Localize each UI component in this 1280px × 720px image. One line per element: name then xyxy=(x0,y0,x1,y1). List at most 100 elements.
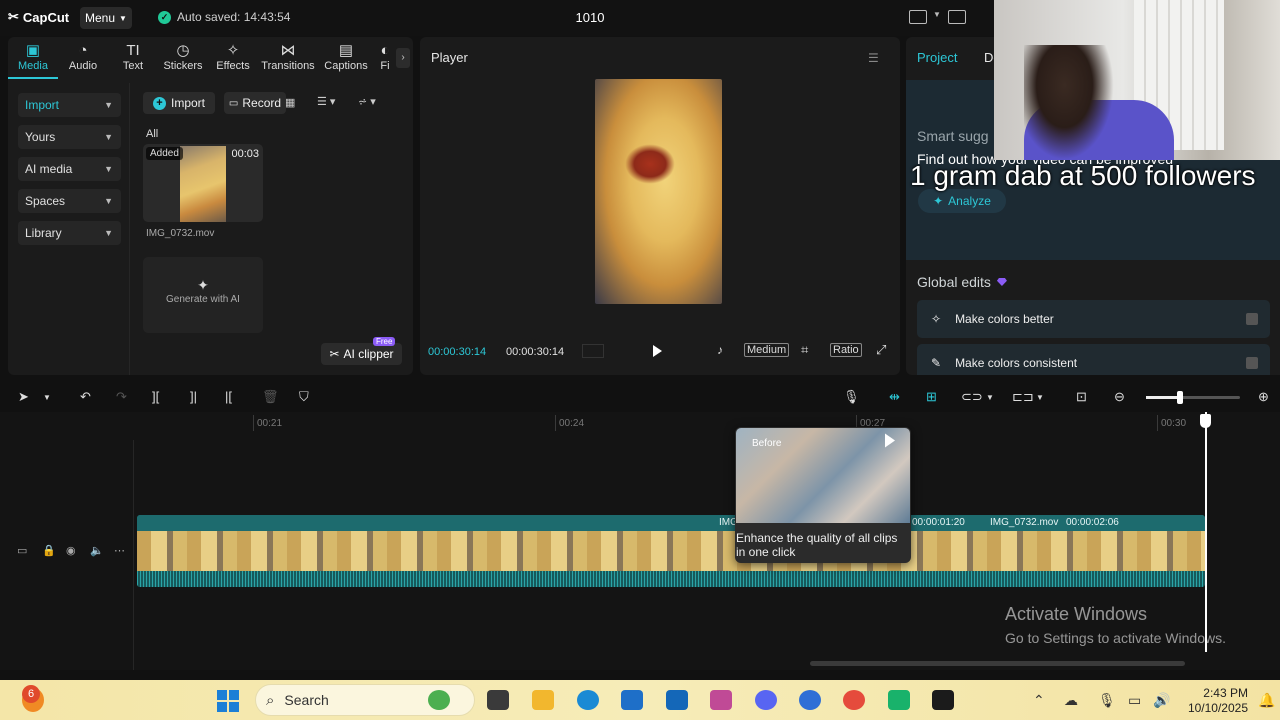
zoom-handle[interactable] xyxy=(1177,391,1183,404)
tab-effects[interactable]: ✧ Effects xyxy=(208,37,258,79)
outlook-icon[interactable] xyxy=(666,690,688,710)
capcut-taskbar-icon[interactable] xyxy=(932,690,954,710)
ruler-tick-mark xyxy=(253,415,254,431)
video-track-clips[interactable]: IMG 00:00:01:20 IMG_0732.mov 00:00:02:06 xyxy=(137,515,1205,587)
activate-windows-subtitle: Go to Settings to activate Windows. xyxy=(1005,630,1226,646)
magnet-icon[interactable]: ⊞ xyxy=(926,389,937,405)
filter-icon[interactable]: ⩫ ▾ xyxy=(358,95,376,108)
project-title[interactable]: 1010 xyxy=(560,10,620,25)
video-preview[interactable] xyxy=(595,79,722,304)
start-button[interactable] xyxy=(217,690,239,712)
notification-icon[interactable]: 🔔 xyxy=(1258,692,1275,709)
sidenav-item-spaces[interactable]: Spaces ▼ xyxy=(18,189,121,213)
make-colors-consistent-row[interactable]: ✎ Make colors consistent xyxy=(917,344,1270,375)
shield-icon[interactable]: ⛉ xyxy=(299,389,309,405)
chevron-down-icon[interactable]: ▼ xyxy=(986,393,994,402)
expand-icon[interactable]: ⤢ xyxy=(876,342,886,358)
volume-icon[interactable]: 🔊 xyxy=(1153,692,1170,709)
app-icon[interactable] xyxy=(888,690,910,710)
fit-icon[interactable]: ⊡ xyxy=(1076,389,1087,405)
tab-text[interactable]: TI Text xyxy=(108,37,158,79)
keyboard-icon[interactable] xyxy=(948,10,966,24)
lock-icon[interactable]: 🔒 xyxy=(42,544,56,557)
quality-button[interactable]: Medium xyxy=(744,343,790,357)
play-button[interactable] xyxy=(653,345,662,357)
media-clip-thumbnail[interactable]: Added 00:03 xyxy=(143,144,263,222)
task-view-icon[interactable] xyxy=(487,690,509,710)
snipping-tool-icon[interactable] xyxy=(710,690,732,710)
tabs-next-button[interactable]: › xyxy=(396,48,410,68)
ai-clipper-button[interactable]: ✂ AI clipper xyxy=(321,343,402,365)
store-icon[interactable] xyxy=(621,690,643,710)
microphone-icon[interactable]: 🎙 xyxy=(1098,692,1116,709)
chevron-down-icon: ▼ xyxy=(104,132,113,142)
zoom-out-icon[interactable]: ⊖ xyxy=(1114,389,1125,405)
app-icon[interactable] xyxy=(428,690,450,710)
record-button[interactable]: ▭ Record xyxy=(224,92,286,114)
timeline-scrollbar[interactable] xyxy=(810,661,1185,666)
redo-icon[interactable]: ↷ xyxy=(116,389,127,405)
playhead-handle[interactable] xyxy=(1200,414,1211,428)
split-icon[interactable]: ][ xyxy=(152,389,159,404)
ratio-button[interactable]: Ratio xyxy=(830,343,862,357)
captions-icon: ▤ xyxy=(338,42,354,59)
microphone-icon[interactable]: 🎙 xyxy=(843,389,860,405)
track-cover-icon[interactable]: ▭ xyxy=(17,544,27,557)
edge-icon[interactable] xyxy=(577,690,599,710)
menu-button[interactable]: Menu ▼ xyxy=(80,7,132,29)
generate-with-ai-card[interactable]: ✦ Generate with AI xyxy=(143,257,263,333)
more-icon[interactable]: ⋯ xyxy=(114,544,125,557)
clip-duration: 00:03 xyxy=(231,148,259,160)
grid-view-icon[interactable]: ▦ xyxy=(285,96,295,109)
delete-icon[interactable]: 🗑 xyxy=(262,389,279,405)
media-panel: ▣ Media ◔ Audio TI Text ◷ Stickers ✧ Effects … xyxy=(8,37,413,375)
cloud-icon[interactable]: ☁ xyxy=(1064,692,1078,709)
chevron-down-icon[interactable]: ▼ xyxy=(43,393,51,402)
all-filter-label[interactable]: All xyxy=(146,128,158,140)
speaker-icon[interactable]: 🔈 xyxy=(90,544,104,557)
tab-captions[interactable]: ▤ Captions xyxy=(318,37,374,79)
split-right-icon[interactable]: |[ xyxy=(225,389,232,404)
tab-media[interactable]: ▣ Media xyxy=(8,37,58,79)
zoom-in-icon[interactable]: ⊕ xyxy=(1258,389,1269,405)
undo-icon[interactable]: ↶ xyxy=(80,389,91,405)
analyze-button[interactable]: ✦ Analyze xyxy=(918,189,1006,213)
preview-axis-icon[interactable]: ⊏⊐ xyxy=(1012,389,1034,405)
chain-icon[interactable]: ⊂⊃ xyxy=(961,389,983,405)
link-clips-icon[interactable]: ⇹ xyxy=(889,389,900,405)
chevron-up-icon[interactable]: ⌃ xyxy=(1033,692,1045,709)
playhead-line[interactable] xyxy=(1205,412,1207,652)
sidenav-item-yours[interactable]: Yours ▼ xyxy=(18,125,121,149)
sidenav-item-import[interactable]: Import ▼ xyxy=(18,93,121,117)
sidenav-item-ai-media[interactable]: AI media ▼ xyxy=(18,157,121,181)
fullscreen-crop-icon[interactable]: ⌗ xyxy=(801,342,808,358)
menu-icon[interactable]: ☰ xyxy=(868,51,879,65)
tab-transitions[interactable]: ⋈ Transitions xyxy=(258,37,318,79)
file-explorer-icon[interactable] xyxy=(532,690,554,710)
clock[interactable]: 2:43 PM 10/10/2025 xyxy=(1180,686,1248,716)
network-icon[interactable]: ▭ xyxy=(1128,692,1141,709)
split-left-icon[interactable]: ]| xyxy=(190,389,197,404)
tab-filters[interactable]: ◐ Fi xyxy=(374,37,396,79)
tab-project[interactable]: Project xyxy=(917,50,957,65)
chevron-down-icon[interactable]: ▼ xyxy=(1036,393,1044,402)
tab-stickers[interactable]: ◷ Stickers xyxy=(158,37,208,79)
sort-icon[interactable]: ☰ ▾ xyxy=(317,95,335,108)
tab-audio[interactable]: ◔ Audio xyxy=(58,37,108,79)
chrome-icon[interactable] xyxy=(843,690,865,710)
sidenav-label: AI media xyxy=(25,162,73,176)
edit-toggle[interactable] xyxy=(1246,313,1258,325)
discord-icon[interactable] xyxy=(755,690,777,710)
select-cursor-icon[interactable]: ➤ xyxy=(18,389,29,405)
edit-toggle[interactable] xyxy=(1246,357,1258,369)
chevron-down-icon[interactable]: ▼ xyxy=(933,10,941,19)
layout-icon[interactable] xyxy=(909,10,927,24)
import-button[interactable]: + Import xyxy=(143,92,215,114)
sidenav-item-library[interactable]: Library ▼ xyxy=(18,221,121,245)
eye-icon[interactable]: ◉ xyxy=(66,544,76,557)
make-colors-better-row[interactable]: ✧ Make colors better xyxy=(917,300,1270,338)
tiktok-icon[interactable]: ♪ xyxy=(717,343,723,357)
zoom-slider[interactable] xyxy=(1146,391,1240,404)
play-square-icon: ▣ xyxy=(25,42,41,59)
brave-icon[interactable] xyxy=(799,690,821,710)
